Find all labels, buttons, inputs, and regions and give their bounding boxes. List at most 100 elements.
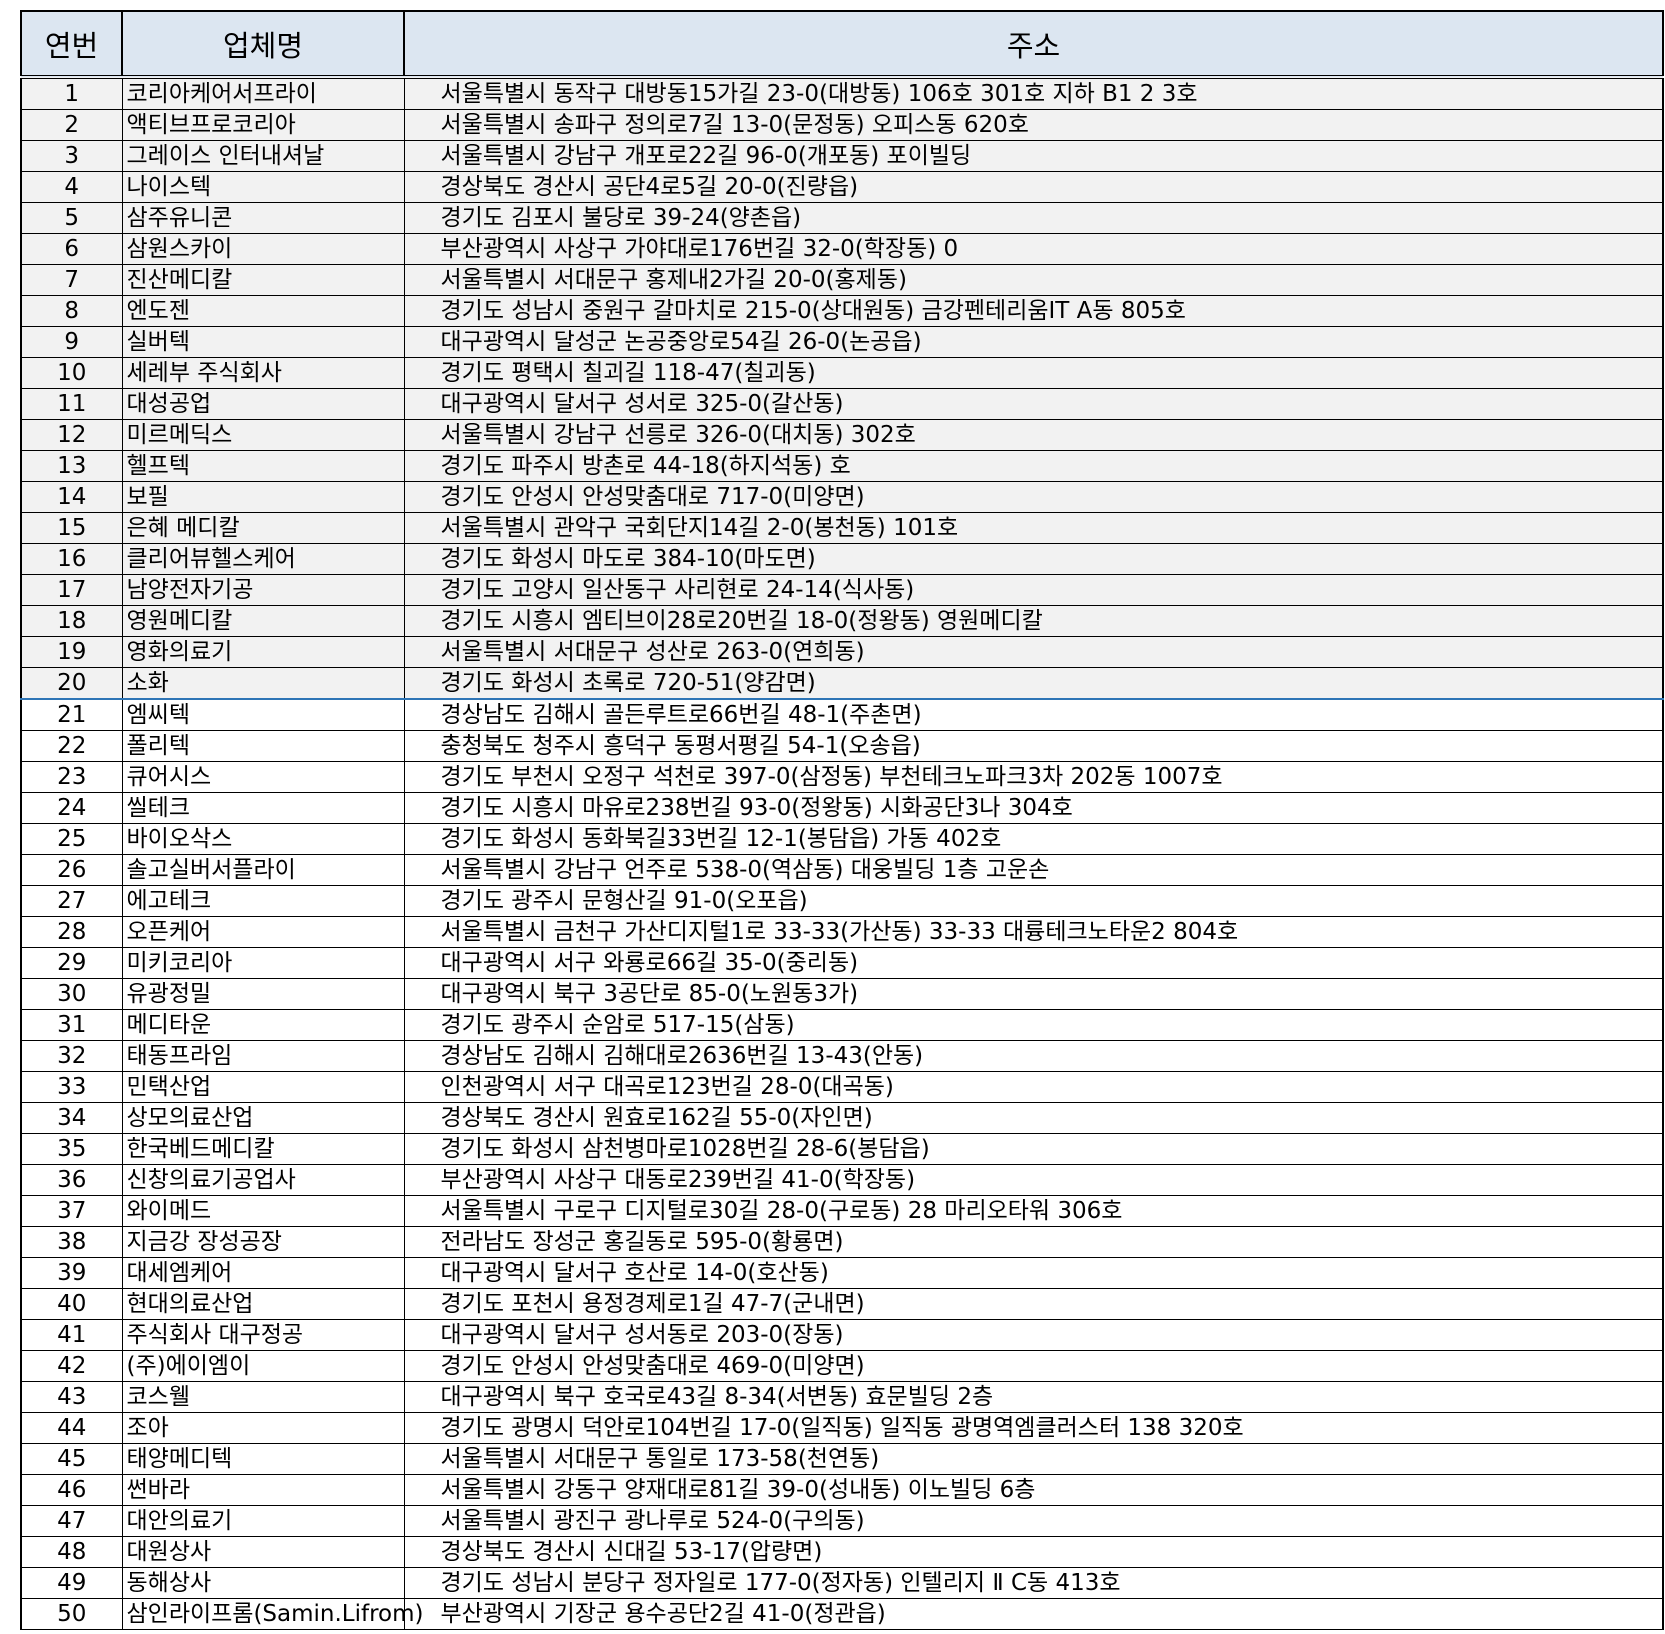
row-number-cell[interactable]: 46: [20, 1474, 123, 1506]
company-name-cell[interactable]: 바이오삭스: [121, 823, 405, 855]
address-cell[interactable]: 서울특별시 서대문구 성산로 263-0(연희동): [403, 636, 1664, 668]
address-cell[interactable]: 경상남도 김해시 골든루트로66번길 48-1(주촌면): [403, 698, 1664, 731]
row-number-cell[interactable]: 14: [20, 481, 123, 513]
company-name-cell[interactable]: 삼주유니콘: [121, 202, 405, 234]
address-cell[interactable]: 경기도 김포시 불당로 39-24(양촌읍): [403, 202, 1664, 234]
row-number-cell[interactable]: 9: [20, 326, 123, 358]
address-cell[interactable]: 경기도 화성시 삼천병마로1028번길 28-6(봉담읍): [403, 1133, 1664, 1165]
company-name-cell[interactable]: 영원메디칼: [121, 605, 405, 637]
company-name-cell[interactable]: 나이스텍: [121, 171, 405, 203]
company-name-cell[interactable]: 영화의료기: [121, 636, 405, 668]
row-number-cell[interactable]: 29: [20, 947, 123, 979]
company-name-cell[interactable]: 조아: [121, 1412, 405, 1444]
address-cell[interactable]: 경기도 시흥시 마유로238번길 93-0(정왕동) 시화공단3나 304호: [403, 792, 1664, 824]
company-name-cell[interactable]: 지금강 장성공장: [121, 1226, 405, 1258]
address-cell[interactable]: 경상북도 경산시 공단4로5길 20-0(진량읍): [403, 171, 1664, 203]
header-company-name[interactable]: 업체명: [121, 10, 405, 79]
company-name-cell[interactable]: 세레부 주식회사: [121, 357, 405, 389]
row-number-cell[interactable]: 5: [20, 202, 123, 234]
company-name-cell[interactable]: 미르메딕스: [121, 419, 405, 451]
address-cell[interactable]: 인천광역시 서구 대곡로123번길 28-0(대곡동): [403, 1071, 1664, 1103]
company-name-cell[interactable]: 폴리텍: [121, 730, 405, 762]
row-number-cell[interactable]: 25: [20, 823, 123, 855]
company-name-cell[interactable]: 씰테크: [121, 792, 405, 824]
address-cell[interactable]: 경기도 고양시 일산동구 사리현로 24-14(식사동): [403, 574, 1664, 606]
header-address[interactable]: 주소: [403, 10, 1664, 79]
company-name-cell[interactable]: 민택산업: [121, 1071, 405, 1103]
company-name-cell[interactable]: 엔도젠: [121, 295, 405, 327]
address-cell[interactable]: 경기도 부천시 오정구 석천로 397-0(삼정동) 부천테크노파크3차 202…: [403, 761, 1664, 793]
company-name-cell[interactable]: 엠씨텍: [121, 698, 405, 731]
address-cell[interactable]: 전라남도 장성군 홍길동로 595-0(황룡면): [403, 1226, 1664, 1258]
address-cell[interactable]: 서울특별시 서대문구 통일로 173-58(천연동): [403, 1443, 1664, 1475]
address-cell[interactable]: 서울특별시 강남구 선릉로 326-0(대치동) 302호: [403, 419, 1664, 451]
company-name-cell[interactable]: 실버텍: [121, 326, 405, 358]
row-number-cell[interactable]: 4: [20, 171, 123, 203]
row-number-cell[interactable]: 43: [20, 1381, 123, 1413]
row-number-cell[interactable]: 24: [20, 792, 123, 824]
row-number-cell[interactable]: 21: [20, 698, 123, 731]
company-name-cell[interactable]: 메디타운: [121, 1009, 405, 1041]
address-cell[interactable]: 서울특별시 강동구 양재대로81길 39-0(성내동) 이노빌딩 6층: [403, 1474, 1664, 1506]
address-cell[interactable]: 경상북도 경산시 원효로162길 55-0(자인면): [403, 1102, 1664, 1134]
row-number-cell[interactable]: 48: [20, 1536, 123, 1568]
row-number-cell[interactable]: 31: [20, 1009, 123, 1041]
address-cell[interactable]: 경기도 화성시 마도로 384-10(마도면): [403, 543, 1664, 575]
address-cell[interactable]: 경기도 파주시 방촌로 44-18(하지석동) 호: [403, 450, 1664, 482]
company-name-cell[interactable]: 신창의료기공업사: [121, 1164, 405, 1196]
row-number-cell[interactable]: 17: [20, 574, 123, 606]
company-name-cell[interactable]: 태동프라임: [121, 1040, 405, 1072]
address-cell[interactable]: 경상북도 경산시 신대길 53-17(압량면): [403, 1536, 1664, 1568]
address-cell[interactable]: 부산광역시 사상구 대동로239번길 41-0(학장동): [403, 1164, 1664, 1196]
row-number-cell[interactable]: 32: [20, 1040, 123, 1072]
row-number-cell[interactable]: 30: [20, 978, 123, 1010]
address-cell[interactable]: 대구광역시 달서구 성서로 325-0(갈산동): [403, 388, 1664, 420]
row-number-cell[interactable]: 19: [20, 636, 123, 668]
address-cell[interactable]: 대구광역시 북구 호국로43길 8-34(서변동) 효문빌딩 2층: [403, 1381, 1664, 1413]
address-cell[interactable]: 서울특별시 구로구 디지털로30길 28-0(구로동) 28 마리오타워 306…: [403, 1195, 1664, 1227]
company-name-cell[interactable]: 대세엠케어: [121, 1257, 405, 1289]
row-number-cell[interactable]: 26: [20, 854, 123, 886]
row-number-cell[interactable]: 8: [20, 295, 123, 327]
address-cell[interactable]: 서울특별시 강남구 언주로 538-0(역삼동) 대웅빌딩 1층 고운손: [403, 854, 1664, 886]
address-cell[interactable]: 서울특별시 금천구 가산디지털1로 33-33(가산동) 33-33 대륭테크노…: [403, 916, 1664, 948]
company-name-cell[interactable]: 남양전자기공: [121, 574, 405, 606]
company-name-cell[interactable]: 유광정밀: [121, 978, 405, 1010]
address-cell[interactable]: 경기도 시흥시 엠티브이28로20번길 18-0(정왕동) 영원메디칼: [403, 605, 1664, 637]
company-name-cell[interactable]: 액티브프로코리아: [121, 109, 405, 141]
row-number-cell[interactable]: 38: [20, 1226, 123, 1258]
address-cell[interactable]: 서울특별시 광진구 광나루로 524-0(구의동): [403, 1505, 1664, 1537]
company-name-cell[interactable]: 솔고실버서플라이: [121, 854, 405, 886]
row-number-cell[interactable]: 49: [20, 1567, 123, 1599]
address-cell[interactable]: 대구광역시 달서구 호산로 14-0(호산동): [403, 1257, 1664, 1289]
address-cell[interactable]: 경기도 광명시 덕안로104번길 17-0(일직동) 일직동 광명역엠클러스터 …: [403, 1412, 1664, 1444]
row-number-cell[interactable]: 36: [20, 1164, 123, 1196]
address-cell[interactable]: 대구광역시 북구 3공단로 85-0(노원동3가): [403, 978, 1664, 1010]
row-number-cell[interactable]: 1: [20, 76, 123, 110]
row-number-cell[interactable]: 27: [20, 885, 123, 917]
company-name-cell[interactable]: 오픈케어: [121, 916, 405, 948]
company-name-cell[interactable]: 대성공업: [121, 388, 405, 420]
company-name-cell[interactable]: (주)에이엠이: [121, 1350, 405, 1382]
row-number-cell[interactable]: 11: [20, 388, 123, 420]
address-cell[interactable]: 경기도 성남시 중원구 갈마치로 215-0(상대원동) 금강펜테리움IT A동…: [403, 295, 1664, 327]
row-number-cell[interactable]: 3: [20, 140, 123, 172]
company-name-cell[interactable]: 한국베드메디칼: [121, 1133, 405, 1165]
company-name-cell[interactable]: 동해상사: [121, 1567, 405, 1599]
company-name-cell[interactable]: 삼인라이프롬(Samin.Lifrom): [121, 1598, 424, 1630]
address-cell[interactable]: 부산광역시 사상구 가야대로176번길 32-0(학장동) 0: [403, 233, 1664, 265]
address-cell[interactable]: 대구광역시 달서구 성서동로 203-0(장동): [403, 1319, 1664, 1351]
header-no[interactable]: 연번: [20, 10, 123, 79]
company-name-cell[interactable]: 와이메드: [121, 1195, 405, 1227]
row-number-cell[interactable]: 41: [20, 1319, 123, 1351]
address-cell[interactable]: 경기도 화성시 초록로 720-51(양감면): [403, 667, 1664, 700]
company-name-cell[interactable]: 소화: [121, 667, 405, 700]
row-number-cell[interactable]: 35: [20, 1133, 123, 1165]
address-cell[interactable]: 충청북도 청주시 흥덕구 동평서평길 54-1(오송읍): [403, 730, 1664, 762]
address-cell[interactable]: 경상남도 김해시 김해대로2636번길 13-43(안동): [403, 1040, 1664, 1072]
company-name-cell[interactable]: 코리아케어서프라이: [121, 76, 405, 110]
company-name-cell[interactable]: 주식회사 대구정공: [121, 1319, 405, 1351]
address-cell[interactable]: 부산광역시 기장군 용수공단2길 41-0(정관읍): [403, 1598, 1664, 1630]
company-name-cell[interactable]: 태양메디텍: [121, 1443, 405, 1475]
row-number-cell[interactable]: 34: [20, 1102, 123, 1134]
